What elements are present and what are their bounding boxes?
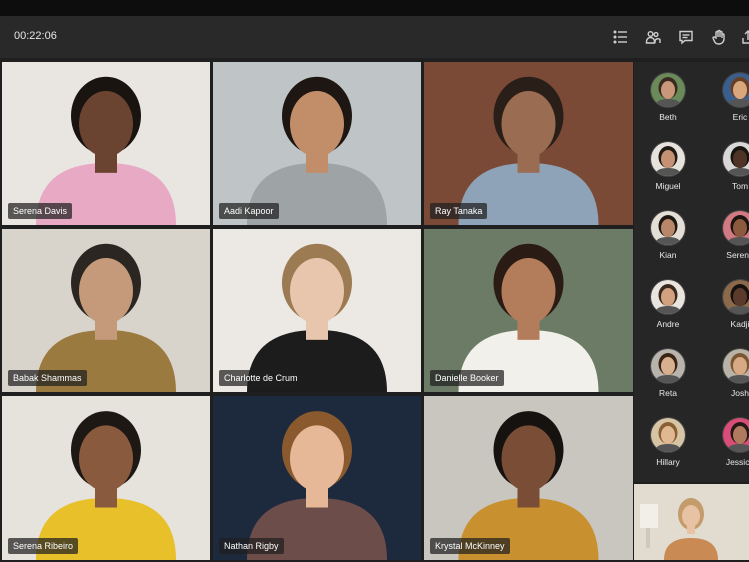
self-view-neck [687,525,695,534]
roster-name: Serena [726,250,749,260]
participant-name-tag: Krystal McKinney [430,538,510,554]
roster-item[interactable]: Hillary [640,417,696,467]
roster-name: Tom [731,181,749,191]
video-tile-face [290,425,344,492]
avatar-face [733,357,747,375]
avatar-face [733,81,747,99]
participant-name-tag: Babak Shammas [8,370,87,386]
video-tile[interactable]: Serena Ribeiro [2,396,210,560]
avatar [722,348,749,384]
list-icon[interactable] [611,27,631,47]
video-tile-face [79,90,133,157]
video-tile-face [290,257,344,324]
window-title-bar [0,0,749,16]
chat-icon[interactable] [676,27,696,47]
avatar-face [733,150,747,168]
avatar [650,72,686,108]
participant-name-tag: Serena Davis [8,203,73,219]
raise-hand-icon[interactable] [709,27,729,47]
roster-name: Kian [659,250,677,260]
avatar [650,417,686,453]
avatar-face [661,150,675,168]
roster-name: Kadji [730,319,749,329]
roster-item[interactable]: Serena [712,210,749,260]
avatar [722,141,749,177]
video-tile[interactable]: Nathan Rigby [213,396,421,560]
avatar [722,279,749,315]
roster-name: Josh [731,388,749,398]
participant-name-tag: Serena Ribeiro [8,538,79,554]
avatar [722,417,749,453]
avatar [650,141,686,177]
video-tile[interactable]: Ray Tanaka [424,62,633,225]
roster-name: Miguel [655,181,681,191]
roster-name: Reta [659,388,677,398]
avatar-face [661,288,675,306]
video-tile[interactable]: Charlotte de Crum [213,229,421,392]
participant-name-tag: Ray Tanaka [430,203,488,219]
avatar-face [733,426,747,444]
avatar-face [661,81,675,99]
video-tile-face [290,90,344,157]
roster-name: Jessica [725,457,749,467]
roster-item[interactable]: Jessica [712,417,749,467]
video-tile-face [501,425,556,492]
avatar-face [733,288,747,306]
video-tile-face [79,257,133,324]
share-icon[interactable] [740,27,749,47]
video-grid: Serena Davis Aadi Kapoor Ray Tanaka Babak S… [2,62,633,560]
avatar-face [661,426,675,444]
avatar [650,210,686,246]
participant-roster: Beth Eric Miguel Tom Kian Serena Andre Kadji Ret… [634,62,749,482]
video-tile-face [501,90,556,157]
avatar [650,348,686,384]
avatar-face [733,219,747,237]
roster-item[interactable]: Tom [712,141,749,191]
avatar-face [661,219,675,237]
people-icon[interactable] [643,27,663,47]
roster-item[interactable]: Kadji [712,279,749,329]
meeting-toolbar: 00:22:06 [0,16,749,58]
video-tile-face [501,257,556,324]
avatar-face [661,357,675,375]
avatar [650,279,686,315]
roster-name: Beth [659,112,677,122]
video-tile[interactable]: Serena Davis [2,62,210,225]
participant-name-tag: Nathan Rigby [219,538,284,554]
roster-item[interactable]: Kian [640,210,696,260]
roster-item[interactable]: Beth [640,72,696,122]
roster-name: Andre [656,319,680,329]
participant-name-tag: Aadi Kapoor [219,203,279,219]
roster-item[interactable]: Reta [640,348,696,398]
video-tile[interactable]: Krystal McKinney [424,396,633,560]
participant-name-tag: Danielle Booker [430,370,504,386]
participant-name-tag: Charlotte de Crum [219,370,303,386]
meeting-timer: 00:22:06 [14,30,57,42]
video-tile[interactable]: Babak Shammas [2,229,210,392]
roster-item[interactable]: Miguel [640,141,696,191]
video-tile[interactable]: Aadi Kapoor [213,62,421,225]
roster-name: Hillary [656,457,680,467]
self-view-face [682,505,700,527]
video-tile-face [79,425,133,492]
roster-item[interactable]: Josh [712,348,749,398]
roster-name: Eric [732,112,748,122]
avatar [722,72,749,108]
avatar [722,210,749,246]
video-tile[interactable]: Danielle Booker [424,229,633,392]
roster-item[interactable]: Eric [712,72,749,122]
roster-item[interactable]: Andre [640,279,696,329]
self-view-video[interactable] [634,484,749,560]
